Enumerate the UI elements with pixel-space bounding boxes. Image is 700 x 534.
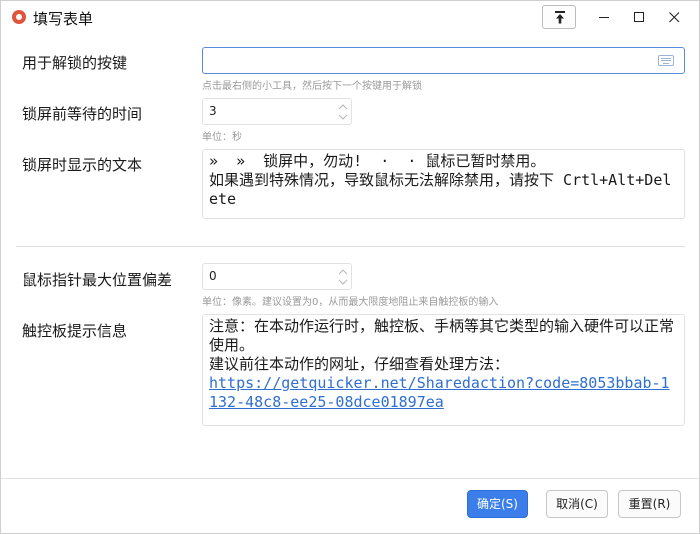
wait-time-hint: 单位：秒	[202, 132, 242, 143]
max-offset-value: 0	[209, 269, 217, 283]
lock-text-textarea[interactable]: » » 锁屏中，勿动! · · 鼠标已暂时禁用。 如果遇到特殊情况，导致鼠标无法…	[202, 149, 685, 219]
wait-time-label: 锁屏前等待的时间	[22, 105, 143, 123]
max-offset-hint: 单位：像素。建议设置为0，从而最大限度地阻止来自触控板的输入	[202, 297, 499, 308]
touchpad-info-line2: 建议前往本动作的网址，仔细查看处理方法：	[209, 355, 510, 373]
unlock-key-input[interactable]	[209, 51, 649, 71]
keyboard-icon[interactable]	[658, 55, 674, 66]
footer-divider	[1, 478, 699, 479]
close-icon	[669, 12, 680, 23]
stepper-up-icon[interactable]	[337, 102, 349, 112]
title-bar: 填写表单	[1, 1, 699, 33]
max-offset-label: 鼠标指针最大位置偏差	[22, 271, 173, 289]
section-divider	[16, 246, 685, 247]
stepper-up-icon[interactable]	[337, 267, 349, 277]
pin-on-top-button[interactable]	[542, 5, 576, 29]
reset-button[interactable]: 重置(R)	[618, 490, 681, 518]
unlock-key-label: 用于解锁的按键	[22, 54, 128, 72]
minimize-button[interactable]	[587, 5, 621, 29]
wait-time-stepper[interactable]: 3	[202, 98, 352, 125]
maximize-icon	[634, 12, 644, 22]
window-title: 填写表单	[33, 10, 94, 28]
touchpad-info-label: 触控板提示信息	[22, 322, 128, 340]
touchpad-info-line1: 注意：在本动作运行时，触控板、手柄等其它类型的输入硬件可以正常使用。	[209, 317, 675, 354]
pin-top-icon	[555, 11, 565, 24]
app-logo-icon	[12, 10, 26, 24]
stepper-down-icon[interactable]	[337, 277, 349, 287]
stepper-down-icon[interactable]	[337, 112, 349, 122]
maximize-button[interactable]	[622, 5, 656, 29]
form-window: 填写表单 用于解锁的按键 点击最右侧的小工具，然后按下一个按键用于解锁 锁屏前等…	[0, 0, 700, 534]
unlock-key-hint: 点击最右侧的小工具，然后按下一个按键用于解锁	[202, 81, 422, 92]
max-offset-stepper[interactable]: 0	[202, 263, 352, 290]
lock-text-label: 锁屏时显示的文本	[22, 156, 143, 174]
close-button[interactable]	[657, 5, 691, 29]
touchpad-info-textarea[interactable]: 注意：在本动作运行时，触控板、手柄等其它类型的输入硬件可以正常使用。 建议前往本…	[202, 314, 685, 426]
action-url-link[interactable]: https://getquicker.net/Sharedaction?code…	[209, 374, 670, 411]
cancel-button[interactable]: 取消(C)	[546, 490, 608, 518]
unlock-key-field[interactable]	[202, 47, 685, 74]
minimize-icon	[599, 17, 609, 18]
confirm-button[interactable]: 确定(S)	[467, 490, 528, 518]
wait-time-value: 3	[209, 104, 217, 118]
